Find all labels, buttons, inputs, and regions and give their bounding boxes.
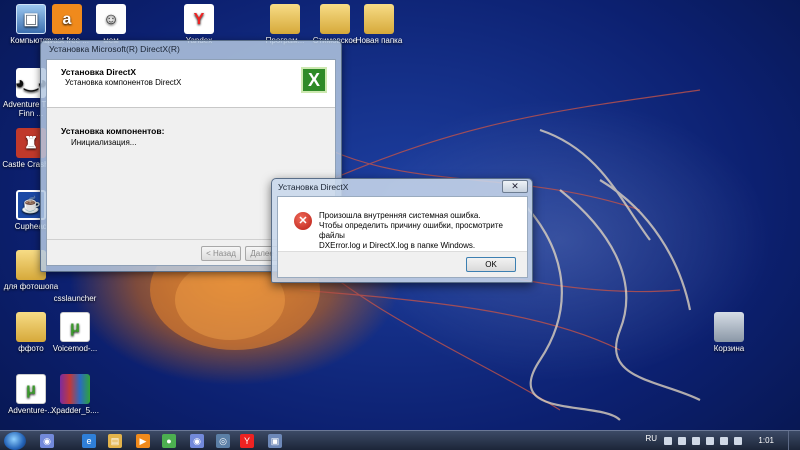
desktop-icon-label: Новая папка: [355, 36, 403, 45]
volume-icon[interactable]: [734, 437, 742, 445]
desktop-icon-label: Xpadder_5....: [50, 406, 100, 415]
error-dialog: Установка DirectX ✕ ✕ Произошла внутренн…: [271, 178, 533, 283]
network-icon[interactable]: [678, 437, 686, 445]
steam-icon[interactable]: ◎: [216, 434, 230, 448]
flag-icon[interactable]: [720, 437, 728, 445]
utorrent-icon: μ: [16, 374, 46, 404]
yandex-icon: Y: [184, 4, 214, 34]
folder-icon: [320, 4, 350, 34]
error-dialog-title[interactable]: Установка DirectX: [272, 179, 532, 195]
steam-tray-icon[interactable]: [692, 437, 700, 445]
media-icon[interactable]: ▶: [136, 434, 150, 448]
desktop-icon[interactable]: ☺мем: [82, 4, 140, 45]
desktop-icon[interactable]: YYandex: [170, 4, 228, 45]
installer-body: Установка компонентов: Инициализация...: [47, 108, 335, 165]
folder-icon: [364, 4, 394, 34]
start-button[interactable]: [4, 432, 26, 450]
chrome-icon[interactable]: ●: [162, 434, 176, 448]
language-indicator[interactable]: RU: [645, 434, 657, 443]
discord-tray-icon[interactable]: [706, 437, 714, 445]
directx-setup-icon[interactable]: ▣: [268, 434, 282, 448]
error-message: Произошла внутренняя системная ошибка. Ч…: [319, 211, 524, 251]
desktop-icon-label: Корзина: [713, 344, 745, 353]
error-message-line: DXError.log и DirectX.log в папке Window…: [319, 241, 476, 250]
desktop-icon[interactable]: μ Voicemod-...: [46, 312, 104, 353]
tray-arrow-icon[interactable]: [664, 437, 672, 445]
installer-header: Установка DirectX Установка компонентов …: [47, 60, 335, 108]
desktop-icon[interactable]: Новая папка: [350, 4, 408, 45]
back-button[interactable]: < Назад: [201, 246, 241, 261]
folder-icon: [16, 312, 46, 342]
installer-title[interactable]: Установка Microsoft(R) DirectX(R): [41, 41, 341, 59]
install-status-label: Установка компонентов:: [61, 126, 165, 136]
taskbar: ◉ e ▤ ▶ ● ◉ ◎ Y ▣ RU 1:01: [0, 430, 800, 450]
recycle-bin-icon: [714, 312, 744, 342]
winrar-icon: [60, 374, 90, 404]
mem-icon: ☺: [96, 4, 126, 34]
desktop-icon-label: csslauncher: [53, 294, 97, 303]
desktop-icon[interactable]: Xpadder_5....: [46, 374, 104, 415]
error-dialog-client: ✕ Произошла внутренняя системная ошибка.…: [277, 196, 528, 278]
error-dialog-footer: OK: [278, 251, 527, 277]
close-button[interactable]: ✕: [502, 180, 528, 193]
explorer-icon[interactable]: ▤: [108, 434, 122, 448]
show-desktop-button[interactable]: [788, 431, 800, 450]
installer-header-title: Установка DirectX: [61, 67, 137, 77]
error-message-line: Произошла внутренняя системная ошибка.: [319, 211, 481, 220]
avast-icon: a: [52, 4, 82, 34]
error-message-line: Чтобы определить причину ошибки, просмот…: [319, 221, 503, 240]
folder-icon: [270, 4, 300, 34]
ie-icon[interactable]: e: [82, 434, 96, 448]
install-status-value: Инициализация...: [71, 138, 137, 147]
ok-button[interactable]: OK: [466, 257, 516, 272]
discord2-icon[interactable]: ◉: [190, 434, 204, 448]
error-icon: ✕: [294, 212, 312, 230]
installer-header-subtitle: Установка компонентов DirectX: [65, 78, 182, 87]
directx-logo-icon: X: [301, 67, 327, 93]
yandex-icon[interactable]: Y: [240, 434, 254, 448]
desktop-icon-label: Voicemod-...: [52, 344, 98, 353]
clock[interactable]: 1:01: [758, 436, 774, 445]
utorrent-icon: μ: [60, 312, 90, 342]
desktop-icon[interactable]: Корзина: [700, 312, 758, 353]
discord-icon[interactable]: ◉: [40, 434, 54, 448]
system-tray: RU 1:01: [640, 431, 800, 450]
